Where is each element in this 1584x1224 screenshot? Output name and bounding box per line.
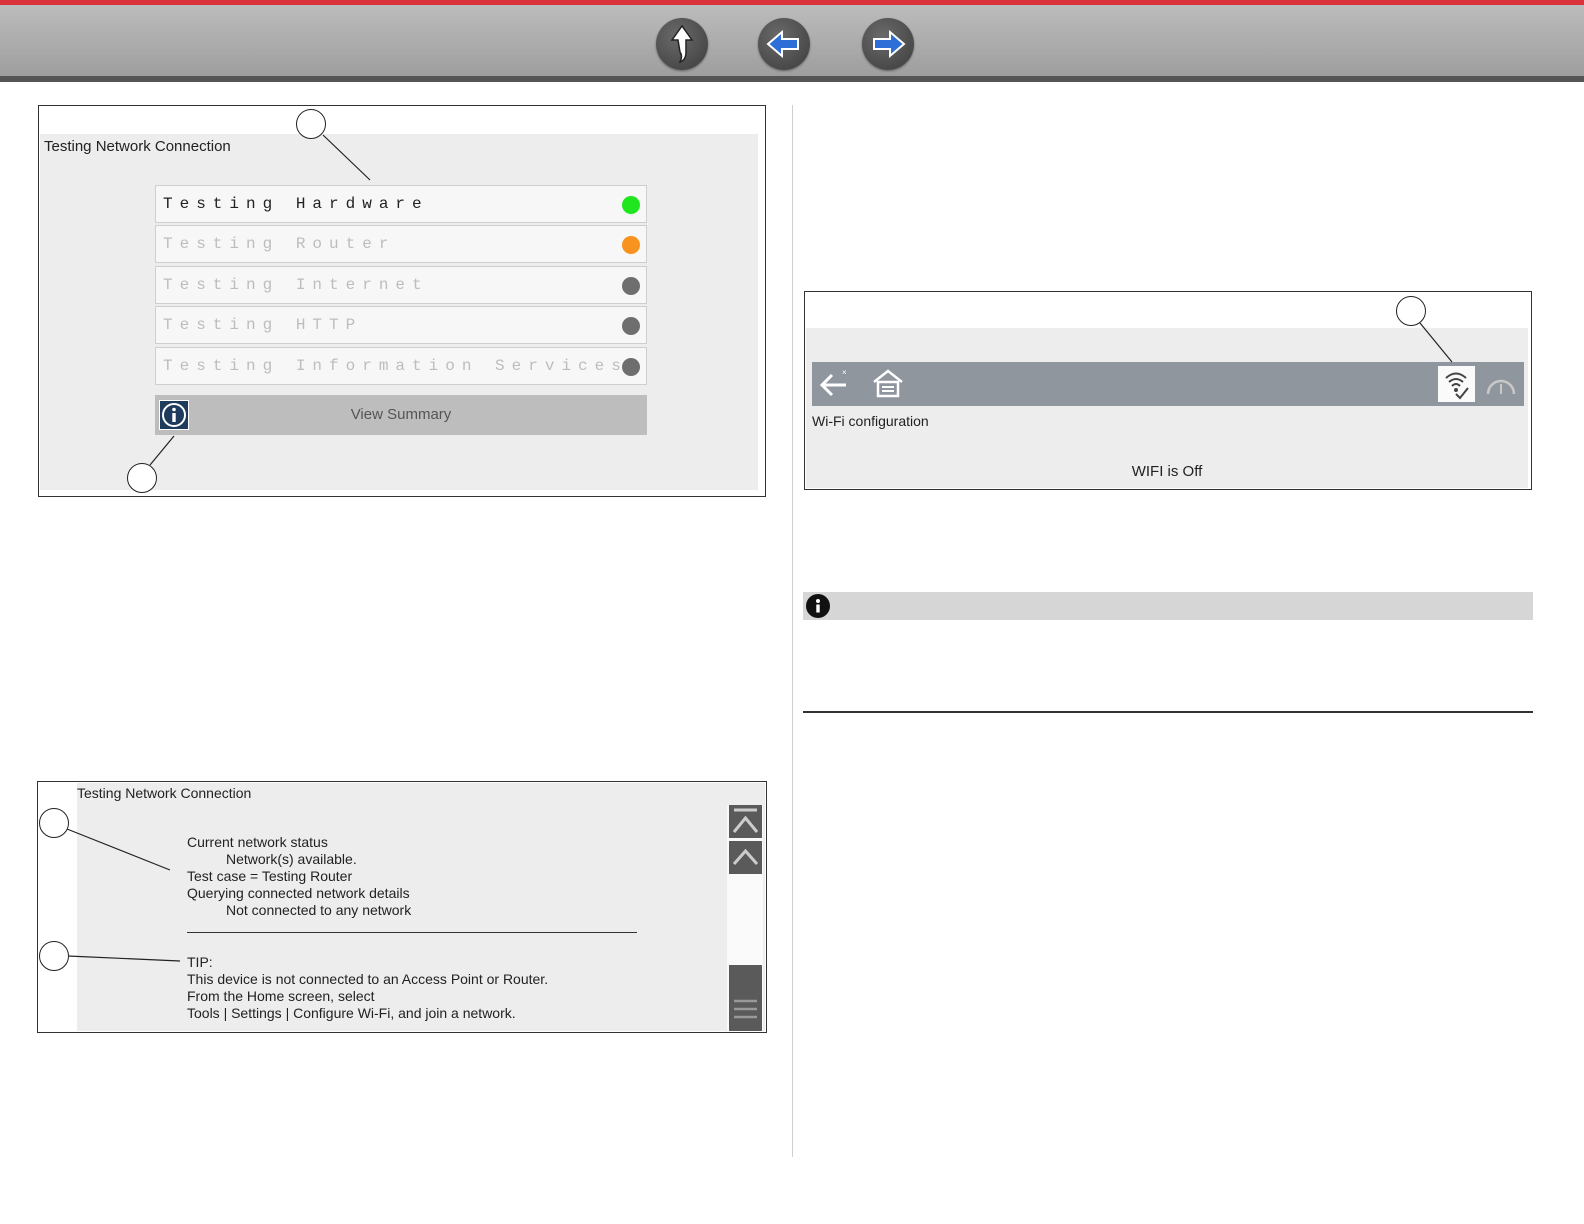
log-line: Not connected to any network	[226, 902, 412, 918]
tip-line: Tools | Settings | Configure Wi-Fi, and …	[187, 1005, 516, 1021]
note-header	[803, 592, 1533, 620]
test-row-internet: Testing Internet	[155, 266, 647, 304]
top-nav-bar	[0, 0, 1584, 82]
forward-button[interactable]	[862, 18, 914, 70]
test-row-hardware: Testing Hardware	[155, 185, 647, 223]
scroll-to-top-button[interactable]	[729, 805, 762, 838]
callout-circle	[127, 463, 157, 493]
test-row-information-services: Testing Information Services	[155, 347, 647, 385]
callout-circle	[39, 941, 69, 971]
tip-line: This device is not connected to an Acces…	[187, 971, 549, 987]
test-label: Testing Hardware	[163, 195, 429, 213]
back-button[interactable]	[758, 18, 810, 70]
back-arrow-icon: ×	[819, 368, 847, 397]
right-arrow-icon	[873, 29, 906, 59]
gauge-icon	[1486, 379, 1516, 395]
scrollbar[interactable]	[727, 805, 763, 1031]
status-dot-icon	[622, 358, 640, 376]
status-dot-icon	[622, 196, 640, 214]
log-line: Network(s) available.	[226, 851, 357, 867]
up-button[interactable]	[656, 18, 708, 70]
view-summary-button[interactable]: View Summary	[155, 395, 647, 435]
callout-circle	[1396, 296, 1426, 326]
home-button[interactable]	[870, 366, 906, 402]
double-chevron-up-icon	[732, 808, 759, 833]
test-row-router: Testing Router	[155, 225, 647, 263]
test-label: Testing Information Services	[163, 357, 628, 375]
up-arrow-icon	[670, 24, 694, 64]
column-divider	[792, 105, 793, 1157]
wifi-toolbar	[812, 362, 1524, 406]
callout-circle	[296, 109, 326, 139]
grip-lines-icon	[734, 999, 757, 1019]
wifi-check-icon	[1445, 372, 1469, 400]
wifi-screen-title: Wi-Fi configuration	[812, 413, 929, 429]
back-button[interactable]: ×	[816, 366, 852, 402]
log-line: Current network status	[187, 834, 328, 850]
status-dot-icon	[622, 277, 640, 295]
section-rule	[803, 711, 1533, 713]
view-summary-label: View Summary	[350, 406, 452, 423]
callout-circle	[39, 808, 69, 838]
test-label: Testing Router	[163, 235, 396, 253]
info-note-icon	[806, 594, 830, 618]
tip-line: TIP:	[187, 954, 213, 970]
test-row-http: Testing HTTP	[155, 306, 647, 344]
left-arrow-icon	[766, 29, 799, 59]
svg-text:×: ×	[842, 368, 847, 377]
log-line: Querying connected network details	[187, 885, 410, 901]
log-line: Test case = Testing Router	[187, 868, 353, 884]
summary-title: Testing Network Connection	[77, 785, 252, 801]
summary-screen	[77, 783, 765, 1031]
test-label: Testing Internet	[163, 276, 429, 294]
status-dot-icon	[622, 236, 640, 254]
wifi-status-text: WIFI is Off	[1131, 463, 1203, 480]
network-test-title: Testing Network Connection	[44, 138, 231, 155]
test-label: Testing HTTP	[163, 316, 363, 334]
log-separator	[187, 932, 637, 933]
chevron-up-icon	[732, 848, 759, 865]
gauge-button[interactable]	[1484, 370, 1518, 400]
status-dot-icon	[622, 317, 640, 335]
scroll-up-button[interactable]	[729, 841, 762, 874]
home-icon	[873, 369, 903, 398]
wifi-test-button[interactable]	[1438, 366, 1475, 402]
scroll-thumb[interactable]	[729, 965, 762, 1031]
tip-line: From the Home screen, select	[187, 988, 375, 1004]
